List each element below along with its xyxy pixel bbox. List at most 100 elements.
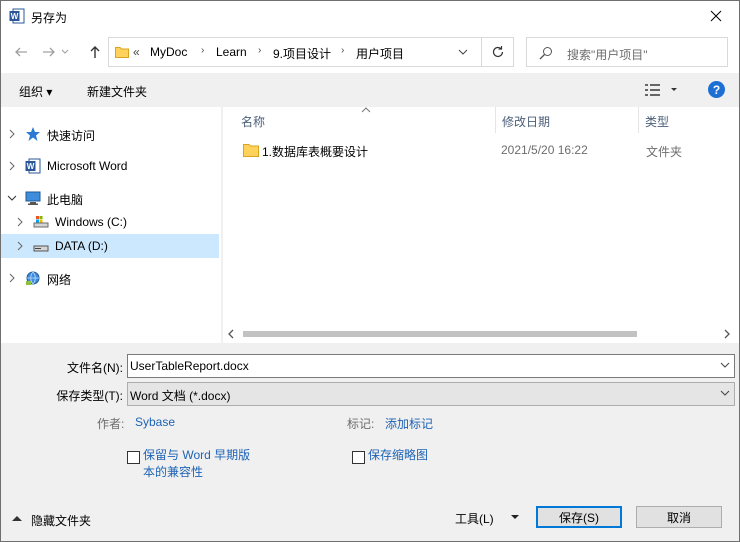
cancel-button[interactable]: 取消: [636, 506, 722, 528]
close-icon: [710, 10, 722, 22]
folder-icon: [115, 47, 129, 58]
word-icon: W: [9, 8, 25, 24]
author-label: 作者:: [97, 417, 125, 431]
file-row[interactable]: 1.数据库表概要设计 2021/5/20 16:22 文件夹: [237, 140, 737, 162]
tree-item-label: 快速访问: [47, 129, 96, 143]
filename-input[interactable]: UserTableReport.docx: [130, 359, 249, 373]
tree-item-drive-d[interactable]: DATA (D:): [1, 234, 219, 258]
refresh-button[interactable]: [481, 38, 513, 66]
chevron-right-icon[interactable]: [7, 129, 17, 139]
tree-item-microsoft-word[interactable]: W Microsoft Word: [1, 154, 219, 178]
file-list: 名称 修改日期 类型 1.数据库表概要设计 2021/5/20 16:22 文件…: [223, 107, 739, 343]
help-button[interactable]: ?: [708, 81, 725, 98]
compatibility-label[interactable]: 保留与 Word 早期版 本的兼容性: [143, 447, 250, 481]
tree-item-label: Microsoft Word: [47, 159, 128, 173]
tree-item-network[interactable]: 网络: [1, 266, 219, 290]
window-title: 另存为: [31, 11, 68, 25]
chevron-right-icon[interactable]: [7, 273, 17, 283]
new-folder-button[interactable]: 新建文件夹: [87, 83, 147, 100]
address-bar[interactable]: « MyDoc › Learn › 9.项目设计 › 用户项目: [108, 37, 514, 67]
chevron-right-icon[interactable]: [7, 161, 17, 171]
scroll-right-icon[interactable]: [723, 329, 731, 339]
breadcrumb-item[interactable]: 9.项目设计: [273, 45, 331, 62]
title-bar: W 另存为: [1, 1, 739, 31]
svg-text:W: W: [11, 12, 19, 21]
tools-menu-button[interactable]: 工具(L): [445, 507, 529, 529]
navigation-bar: « MyDoc › Learn › 9.项目设计 › 用户项目 搜索"用户项目": [1, 31, 739, 73]
up-button[interactable]: [85, 42, 105, 62]
filetype-select[interactable]: Word 文档 (*.docx): [127, 382, 735, 406]
tree-item-label: 网络: [47, 273, 72, 287]
filetype-value: Word 文档 (*.docx): [130, 389, 231, 403]
file-modified: 2021/5/20 16:22: [501, 143, 588, 157]
computer-icon: [25, 191, 41, 205]
search-icon: [539, 47, 552, 60]
breadcrumb-item[interactable]: Learn: [216, 45, 247, 59]
arrow-left-icon: [15, 47, 27, 57]
tags-label: 标记:: [347, 417, 375, 431]
close-button[interactable]: [693, 1, 739, 31]
back-button[interactable]: [11, 42, 31, 62]
breadcrumb-overflow[interactable]: «: [133, 45, 140, 59]
folder-icon: [243, 144, 259, 157]
chevron-down-icon[interactable]: [7, 193, 17, 203]
star-icon: [26, 127, 40, 141]
author-field[interactable]: Sybase: [135, 415, 175, 429]
forward-button[interactable]: [39, 42, 59, 62]
column-header-modified[interactable]: 修改日期: [502, 107, 550, 133]
chevron-down-icon[interactable]: [720, 362, 730, 368]
word-icon: W: [25, 158, 41, 174]
tree-item-label: 此电脑: [47, 193, 84, 207]
sort-ascending-icon: [361, 107, 371, 113]
thumbnail-checkbox[interactable]: [352, 451, 365, 464]
file-type: 文件夹: [646, 145, 683, 159]
search-box[interactable]: 搜索"用户项目": [526, 37, 728, 67]
caret-down-icon: [511, 515, 519, 519]
change-view-button[interactable]: [643, 81, 683, 99]
address-history-button[interactable]: [455, 44, 471, 60]
horizontal-scrollbar[interactable]: [223, 325, 739, 343]
column-divider[interactable]: [495, 107, 496, 133]
filename-field[interactable]: UserTableReport.docx: [127, 354, 735, 378]
breadcrumb-separator-icon[interactable]: ›: [201, 45, 204, 56]
breadcrumb-item[interactable]: 用户项目: [356, 45, 404, 62]
details-view-icon: [645, 84, 677, 96]
tree-item-label: DATA (D:): [55, 239, 108, 253]
chevron-down-icon: [458, 49, 468, 55]
navigation-pane: 快速访问 W Microsoft Word 此电脑 Windows (C:) D…: [1, 107, 221, 343]
tree-item-drive-c[interactable]: Windows (C:): [1, 210, 219, 234]
tags-field[interactable]: 添加标记: [385, 415, 433, 432]
command-bar: 组织 ▾ 新建文件夹 ?: [1, 73, 739, 107]
chevron-up-icon: [12, 516, 22, 521]
breadcrumb-item[interactable]: MyDoc: [150, 45, 187, 59]
tree-item-quick-access[interactable]: 快速访问: [1, 122, 219, 146]
tree-item-this-pc[interactable]: 此电脑: [1, 186, 219, 210]
column-divider[interactable]: [638, 107, 639, 133]
organize-button[interactable]: 组织 ▾: [19, 83, 52, 100]
chevron-down-icon: [61, 49, 69, 54]
save-button[interactable]: 保存(S): [536, 506, 622, 528]
breadcrumb-separator-icon[interactable]: ›: [258, 45, 261, 56]
search-input[interactable]: 搜索"用户项目": [567, 46, 648, 63]
filename-label: 文件名(N):: [67, 361, 123, 375]
tree-item-label: Windows (C:): [55, 215, 128, 229]
column-header-name[interactable]: 名称: [241, 107, 265, 133]
chevron-right-icon[interactable]: [15, 241, 25, 251]
breadcrumb-separator-icon[interactable]: ›: [341, 45, 344, 56]
chevron-right-icon[interactable]: [15, 217, 25, 227]
column-header-type[interactable]: 类型: [645, 107, 669, 133]
scrollbar-thumb[interactable]: [243, 331, 637, 337]
network-icon: [26, 271, 40, 285]
compatibility-label-line2: 本的兼容性: [143, 465, 204, 479]
refresh-icon: [492, 46, 503, 58]
thumbnail-label[interactable]: 保存缩略图: [368, 447, 428, 464]
file-name: 1.数据库表概要设计: [262, 145, 369, 159]
svg-text:W: W: [27, 162, 35, 171]
chevron-down-icon: [720, 390, 730, 396]
recent-locations-button[interactable]: [59, 42, 71, 62]
tools-label: 工具(L): [455, 512, 494, 526]
scroll-left-icon[interactable]: [227, 329, 235, 339]
filetype-label: 保存类型(T):: [56, 389, 123, 403]
arrow-right-icon: [43, 47, 55, 57]
compatibility-checkbox[interactable]: [127, 451, 140, 464]
